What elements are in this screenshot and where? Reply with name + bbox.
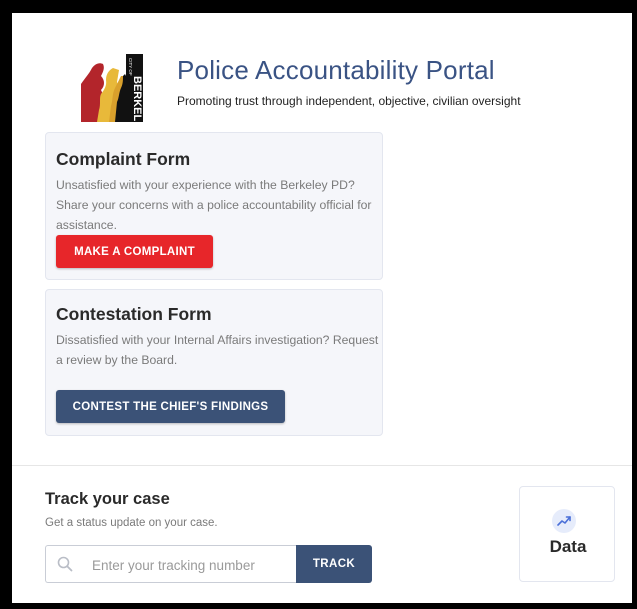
tracking-number-input[interactable]	[90, 554, 294, 576]
page-subtitle: Promoting trust through independent, obj…	[177, 94, 521, 108]
contest-findings-button[interactable]: CONTEST THE CHIEF'S FINDINGS	[56, 390, 285, 423]
contestation-form-card: Contestation Form Dissatisfied with your…	[45, 289, 383, 436]
section-divider	[12, 465, 632, 466]
track-case-title: Track your case	[45, 490, 170, 508]
make-complaint-button[interactable]: MAKE A COMPLAINT	[56, 235, 213, 268]
data-card[interactable]: Data	[519, 486, 615, 582]
trending-up-icon	[552, 509, 576, 533]
contestation-form-title: Contestation Form	[56, 304, 212, 324]
city-of-berkeley-logo[interactable]: CITY OF BERKELEY	[79, 54, 143, 122]
logo-city-name-text: BERKELEY	[131, 76, 143, 122]
complaint-form-description: Unsatisfied with your experience with th…	[56, 178, 372, 232]
search-icon	[57, 556, 73, 577]
track-button[interactable]: TRACK	[296, 545, 372, 583]
tracking-search-box	[45, 545, 296, 583]
logo-city-of-text: CITY OF	[128, 58, 133, 76]
page: CITY OF BERKELEY Police Accountability P…	[12, 13, 632, 603]
header: CITY OF BERKELEY Police Accountability P…	[79, 52, 624, 124]
track-case-subtitle: Get a status update on your case.	[45, 517, 218, 529]
complaint-form-title: Complaint Form	[56, 149, 191, 169]
complaint-form-card: Complaint Form Unsatisfied with your exp…	[45, 132, 383, 280]
page-title: Police Accountability Portal	[177, 55, 495, 85]
contestation-form-description: Dissatisfied with your Internal Affairs …	[56, 333, 379, 367]
data-card-label: Data	[549, 537, 587, 556]
